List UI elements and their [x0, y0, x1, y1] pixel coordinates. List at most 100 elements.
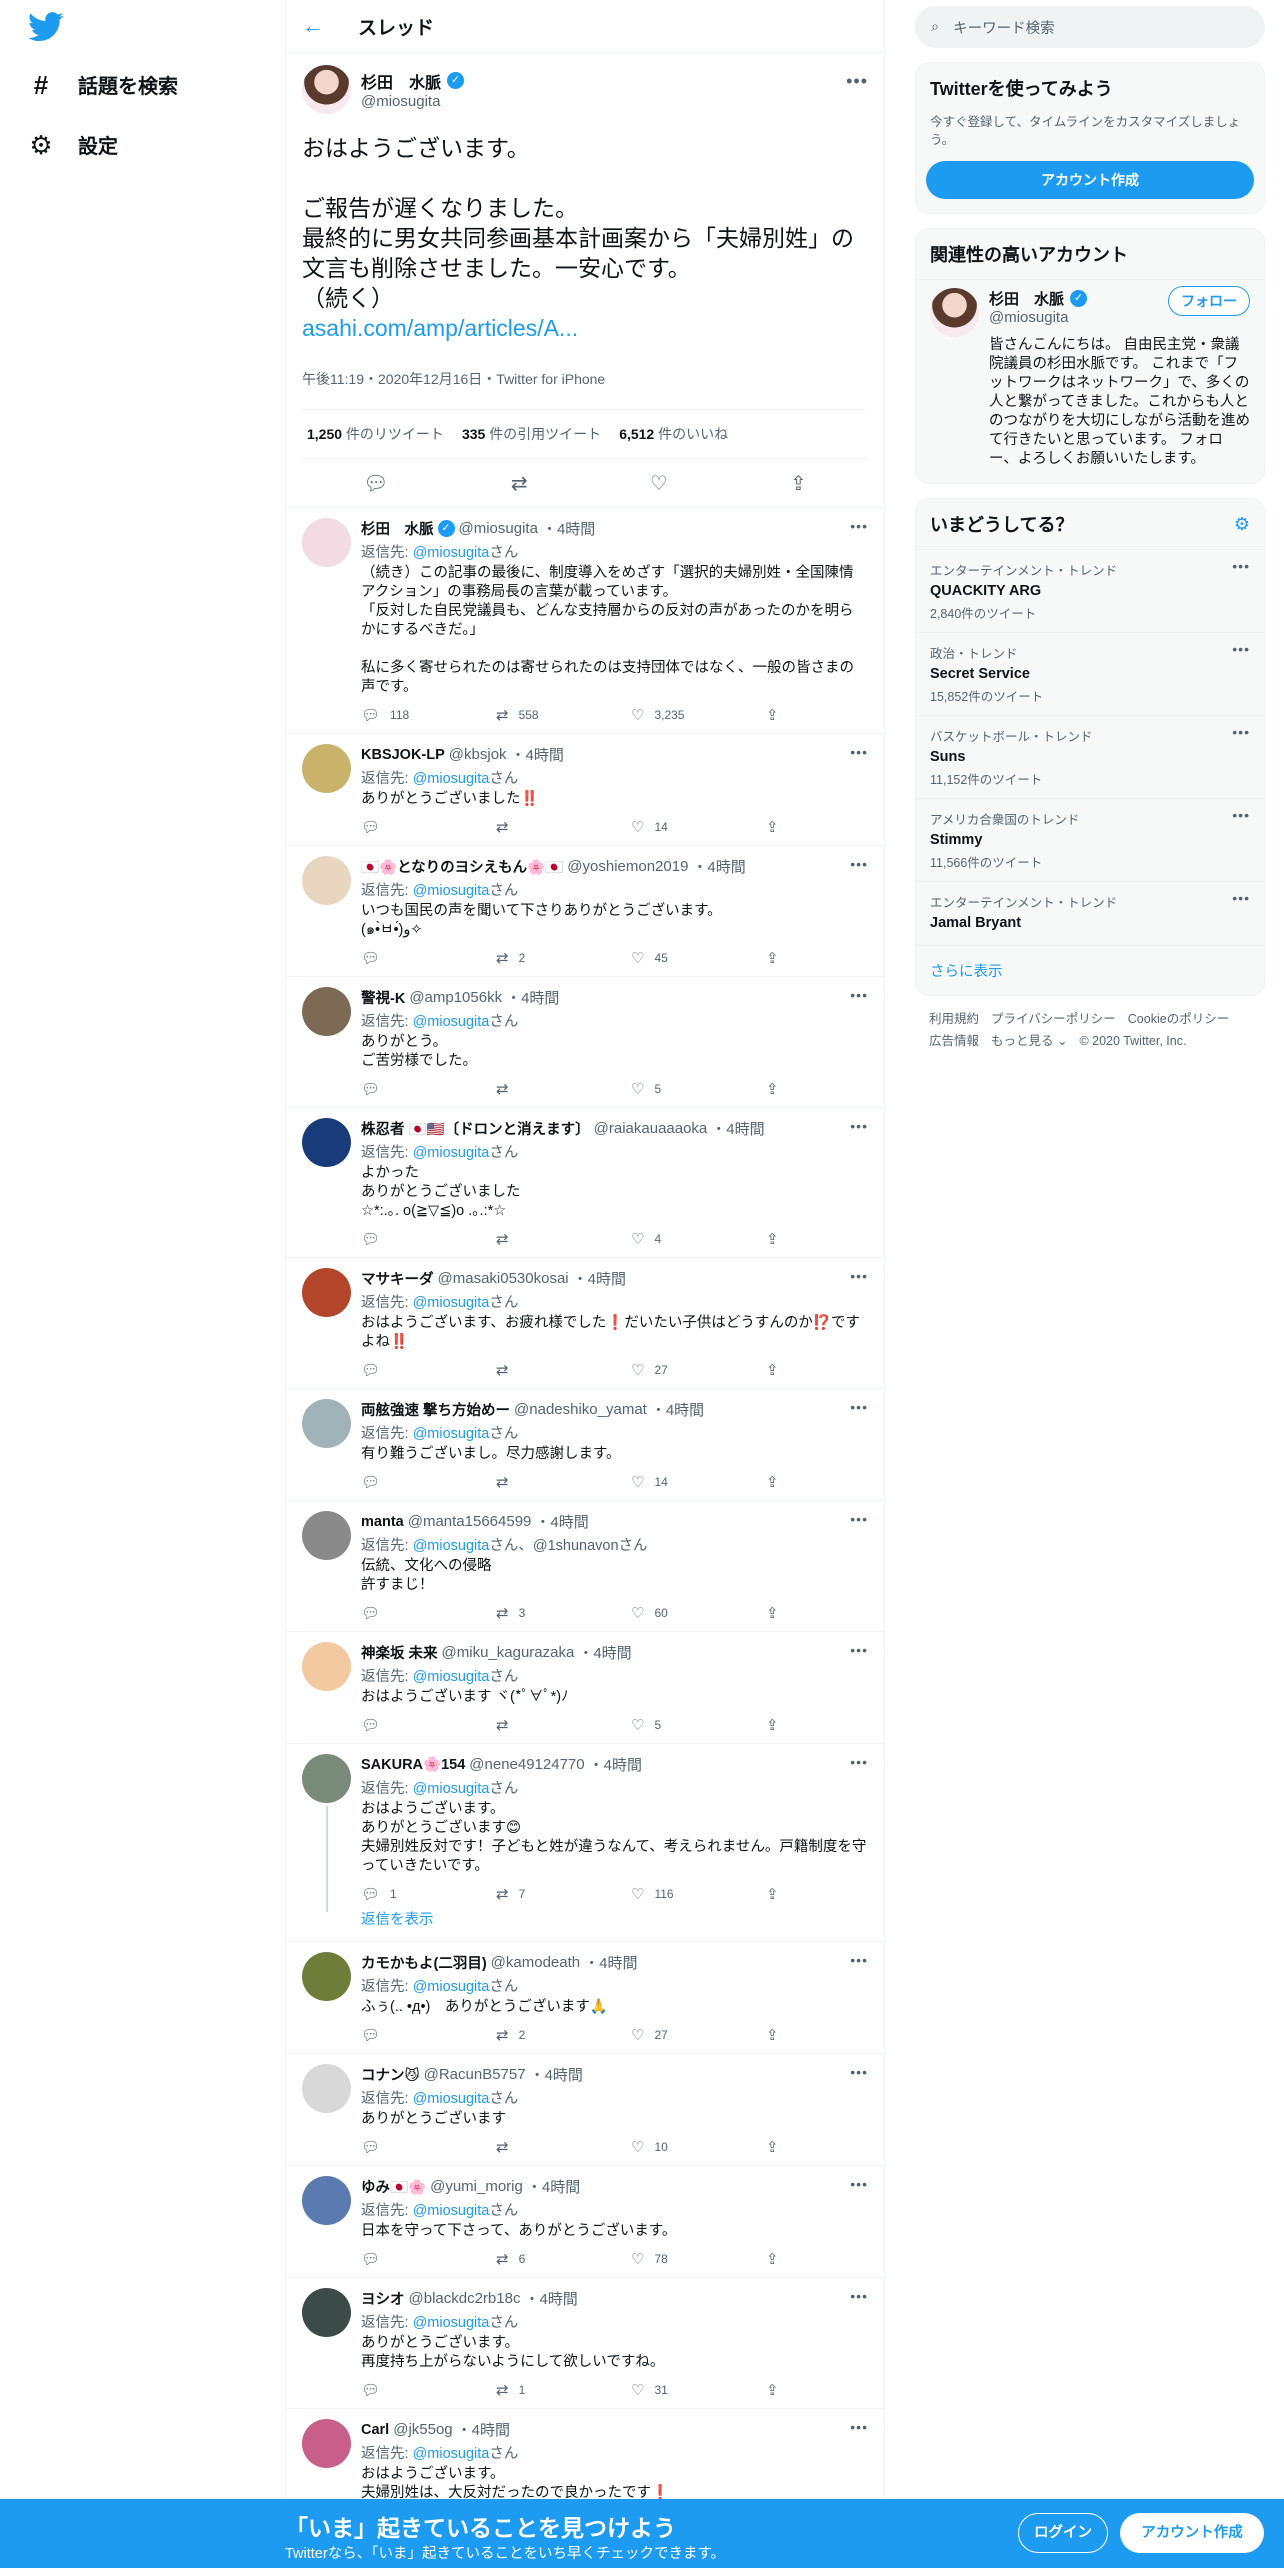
share-button[interactable]: ⇪ — [766, 2250, 779, 2268]
search-input[interactable]: キーワード検索 — [953, 17, 1055, 38]
reply-button[interactable]: 💬︎ — [361, 1080, 496, 1098]
avatar[interactable] — [302, 1642, 351, 1691]
reply-button[interactable]: 💬︎ 118 — [361, 706, 496, 724]
reply-time[interactable]: ・4時間 — [511, 744, 564, 765]
reply-tweet[interactable]: コナン😼 @RacunB5757 ・4時間 返信先: @miosugitaさん … — [286, 2054, 884, 2166]
more-options-icon[interactable]: ••• — [1232, 807, 1250, 823]
retweet-button[interactable]: ⇄ 7 — [496, 1885, 631, 1903]
reply-to-mention[interactable]: @miosugita — [413, 1669, 490, 1685]
reply-to-mention[interactable]: @miosugita — [413, 2203, 490, 2219]
footer-link[interactable]: Cookieのポリシー — [1128, 1008, 1229, 1030]
avatar[interactable] — [302, 518, 351, 567]
more-options-icon[interactable]: ••• — [850, 1952, 868, 1968]
show-more-link[interactable]: さらに表示 — [916, 946, 1264, 995]
retweet-button[interactable]: ⇄ — [496, 1473, 631, 1491]
like-button[interactable]: ♡ 31 — [631, 2381, 766, 2399]
reply-to-mention[interactable]: @miosugita — [413, 1979, 490, 1995]
gear-icon[interactable]: ⚙ — [1234, 514, 1250, 535]
follow-button[interactable]: フォロー — [1168, 286, 1250, 316]
trend-item[interactable]: エンターテインメント・トレンド Jamal Bryant ••• — [916, 882, 1264, 946]
reply-to-mention[interactable]: @miosugita — [413, 1014, 490, 1030]
share-button[interactable]: ⇪ — [766, 818, 779, 836]
reply-to-mention[interactable]: @miosugita — [413, 2446, 490, 2462]
reply-button[interactable]: 💬︎ — [361, 1473, 496, 1491]
reply-button[interactable]: 💬︎ — [361, 949, 496, 967]
reply-tweet[interactable]: 杉田 水脈 ✓ @miosugita ・4時間 返信先: @miosugitaさ… — [286, 508, 884, 734]
avatar[interactable] — [302, 1754, 351, 1803]
retweet-button[interactable]: ⇄ — [496, 1230, 631, 1248]
reply-tweet[interactable]: KBSJOK-LP @kbsjok ・4時間 返信先: @miosugitaさん… — [286, 734, 884, 846]
reply-tweet[interactable]: カモかもよ(二羽目) @kamodeath ・4時間 返信先: @miosugi… — [286, 1942, 884, 2054]
more-options-icon[interactable]: ••• — [850, 2064, 868, 2080]
share-button[interactable]: ⇪ — [766, 1473, 779, 1491]
like-button[interactable]: ♡ 116 — [631, 1885, 766, 1903]
retweet-button[interactable]: ⇄ — [496, 1080, 631, 1098]
like-button[interactable]: ♡ 3,235 — [631, 706, 766, 724]
footer-link[interactable]: プライバシーポリシー — [991, 1008, 1116, 1030]
retweet-button[interactable]: ⇄ — [496, 1716, 631, 1734]
like-button[interactable]: ♡ 45 — [631, 949, 766, 967]
reply-button[interactable]: 💬︎ — [361, 1604, 496, 1622]
reply-author-handle[interactable]: @kbsjok — [449, 746, 507, 763]
more-options-icon[interactable]: ••• — [850, 856, 868, 872]
reply-time[interactable]: ・4時間 — [542, 518, 595, 539]
more-options-icon[interactable]: ••• — [1232, 558, 1250, 574]
share-button[interactable]: ⇪ — [766, 949, 779, 967]
reply-tweet[interactable]: マサキーダ @masaki0530kosai ・4時間 返信先: @miosug… — [286, 1258, 884, 1389]
share-button[interactable]: ⇪ — [766, 2381, 779, 2399]
trend-item[interactable]: アメリカ合衆国のトレンド Stimmy 11,566件のツイート ••• — [916, 799, 1264, 882]
reply-author-name[interactable]: Carl — [361, 2422, 389, 2438]
signup-button[interactable]: アカウント作成 — [1120, 2513, 1264, 2553]
more-options-icon[interactable]: ••• — [850, 518, 868, 534]
avatar[interactable] — [930, 288, 979, 337]
avatar[interactable] — [302, 744, 351, 793]
reply-to-mention[interactable]: @miosugita — [413, 545, 490, 561]
share-icon[interactable]: ⇪ — [790, 471, 807, 496]
retweet-icon[interactable]: ⇄ — [511, 471, 528, 496]
reply-to-mention[interactable]: @miosugita — [413, 2315, 490, 2331]
reply-to-mention[interactable]: @miosugita — [413, 771, 490, 787]
more-options-icon[interactable]: ••• — [850, 744, 868, 760]
avatar[interactable] — [302, 2288, 351, 2337]
share-button[interactable]: ⇪ — [766, 1885, 779, 1903]
like-button[interactable]: ♡ 4 — [631, 1230, 766, 1248]
reply-author-name[interactable]: 杉田 水脈 — [361, 518, 434, 539]
like-button[interactable]: ♡ 14 — [631, 818, 766, 836]
reply-tweet[interactable]: 🇯🇵🌸となりのヨシえもん🌸🇯🇵 @yoshiemon2019 ・4時間 返信先:… — [286, 846, 884, 977]
more-options-icon[interactable]: ••• — [850, 2288, 868, 2304]
more-options-icon[interactable]: ••• — [850, 1399, 868, 1415]
retweet-button[interactable]: ⇄ 2 — [496, 2026, 631, 2044]
reply-tweet[interactable]: 神楽坂 未来 @miku_kagurazaka ・4時間 返信先: @miosu… — [286, 1632, 884, 1744]
more-options-icon[interactable]: ••• — [850, 1511, 868, 1527]
reply-author-handle[interactable]: @yoshiemon2019 — [567, 858, 688, 875]
share-button[interactable]: ⇪ — [766, 1361, 779, 1379]
trend-item[interactable]: 政治・トレンド Secret Service 15,852件のツイート ••• — [916, 633, 1264, 716]
avatar[interactable] — [302, 2419, 351, 2468]
reply-button[interactable]: 💬︎ — [361, 2138, 496, 2156]
reply-button[interactable]: 💬︎ — [361, 2381, 496, 2399]
more-options-icon[interactable]: ••• — [850, 2176, 868, 2192]
avatar[interactable] — [302, 64, 351, 114]
reply-button[interactable]: 💬︎ — [361, 818, 496, 836]
reply-author-handle[interactable]: @nene49124770 — [469, 1756, 584, 1773]
share-button[interactable]: ⇪ — [766, 2138, 779, 2156]
retweet-button[interactable]: ⇄ — [496, 1361, 631, 1379]
reply-time[interactable]: ・4時間 — [711, 1118, 764, 1139]
reply-author-handle[interactable]: @raiakauaaaoka — [594, 1120, 708, 1137]
reply-author-name[interactable]: ヨシオ — [361, 2288, 405, 2309]
reply-button[interactable]: 💬︎ — [361, 1716, 496, 1734]
avatar[interactable] — [302, 1952, 351, 2001]
reply-to-mention[interactable]: @miosugita — [413, 1145, 490, 1161]
avatar[interactable] — [302, 2064, 351, 2113]
trend-item[interactable]: バスケットボール・トレンド Suns 11,152件のツイート ••• — [916, 716, 1264, 799]
avatar[interactable] — [302, 1118, 351, 1167]
retweets-stat[interactable]: 1,250 件のリツイート — [307, 424, 444, 444]
reply-author-handle[interactable]: @jk55og — [393, 2421, 452, 2438]
like-button[interactable]: ♡ 5 — [631, 1080, 766, 1098]
avatar[interactable] — [302, 856, 351, 905]
like-button[interactable]: ♡ 10 — [631, 2138, 766, 2156]
reply-time[interactable]: ・4時間 — [506, 987, 559, 1008]
more-options-icon[interactable]: ••• — [850, 1754, 868, 1770]
more-options-icon[interactable]: ••• — [1232, 724, 1250, 740]
like-icon[interactable]: ♡ — [650, 471, 668, 496]
